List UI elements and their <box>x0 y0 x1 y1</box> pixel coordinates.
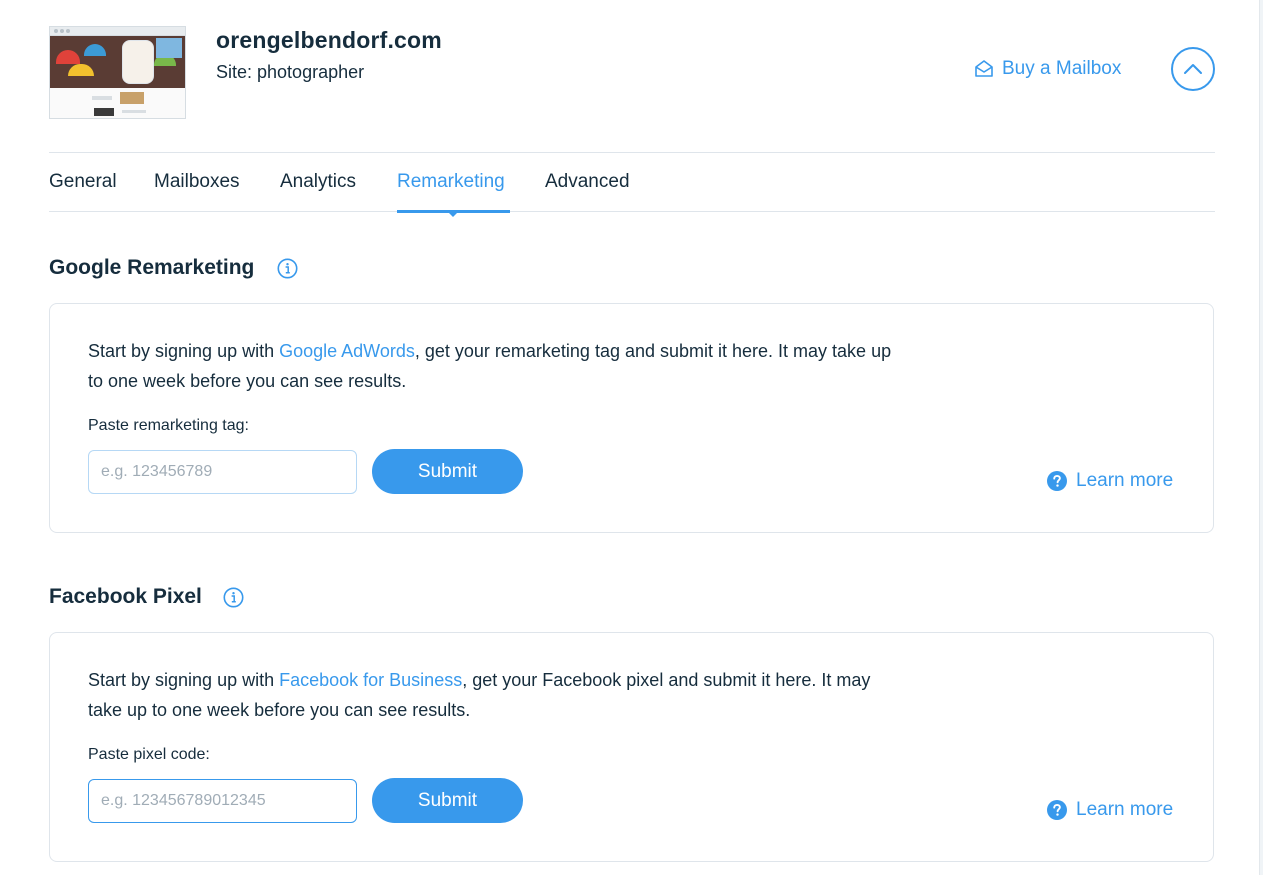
facebook-pixel-title: Facebook Pixel <box>49 585 202 608</box>
google-learn-more-label: Learn more <box>1076 470 1174 491</box>
envelope-open-icon <box>975 60 993 77</box>
header-divider <box>49 152 1215 153</box>
facebook-pixel-card: Start by signing up with Facebook for Bu… <box>49 632 1214 862</box>
google-submit-button[interactable]: Submit <box>372 449 523 494</box>
pixel-code-label: Paste pixel code: <box>88 746 210 763</box>
info-icon[interactable] <box>277 258 298 279</box>
help-icon <box>1047 471 1067 491</box>
site-domain: orengelbendorf.com <box>216 27 442 53</box>
domain-panel: orengelbendorf.com Site: photographer Bu… <box>0 0 1260 875</box>
google-description: Start by signing up with Google AdWords,… <box>88 336 908 396</box>
google-remarketing-card: Start by signing up with Google AdWords,… <box>49 303 1214 533</box>
remarketing-tag-input[interactable] <box>88 450 357 494</box>
remarketing-tag-label: Paste remarketing tag: <box>88 417 249 434</box>
google-learn-more-link[interactable]: Learn more <box>1047 470 1173 492</box>
google-desc-text: Start by signing up with <box>88 341 280 361</box>
collapse-button[interactable] <box>1171 47 1215 91</box>
facebook-submit-button[interactable]: Submit <box>372 778 523 823</box>
tab-mailboxes[interactable]: Mailboxes <box>154 171 240 193</box>
facebook-for-business-link[interactable]: Facebook for Business <box>279 670 462 690</box>
tab-analytics[interactable]: Analytics <box>280 171 356 193</box>
tab-advanced[interactable]: Advanced <box>545 171 630 193</box>
info-icon[interactable] <box>223 587 244 608</box>
chevron-up-icon <box>1184 64 1202 74</box>
tabs-divider <box>49 211 1215 212</box>
buy-mailbox-link[interactable]: Buy a Mailbox <box>974 56 1121 82</box>
pixel-code-input[interactable] <box>88 779 357 823</box>
facebook-description: Start by signing up with Facebook for Bu… <box>88 665 908 725</box>
site-thumbnail <box>49 26 186 119</box>
tab-general[interactable]: General <box>49 171 117 193</box>
active-tab-caret <box>448 212 458 217</box>
help-icon <box>1047 800 1067 820</box>
facebook-desc-text: Start by signing up with <box>88 670 280 690</box>
tab-remarketing[interactable]: Remarketing <box>397 171 505 193</box>
facebook-learn-more-link[interactable]: Learn more <box>1047 799 1173 821</box>
facebook-learn-more-label: Learn more <box>1076 799 1174 820</box>
google-adwords-link[interactable]: Google AdWords <box>279 341 415 361</box>
google-remarketing-title: Google Remarketing <box>49 256 255 279</box>
buy-mailbox-label: Buy a Mailbox <box>1002 58 1122 79</box>
site-type: Site: photographer <box>216 62 365 82</box>
